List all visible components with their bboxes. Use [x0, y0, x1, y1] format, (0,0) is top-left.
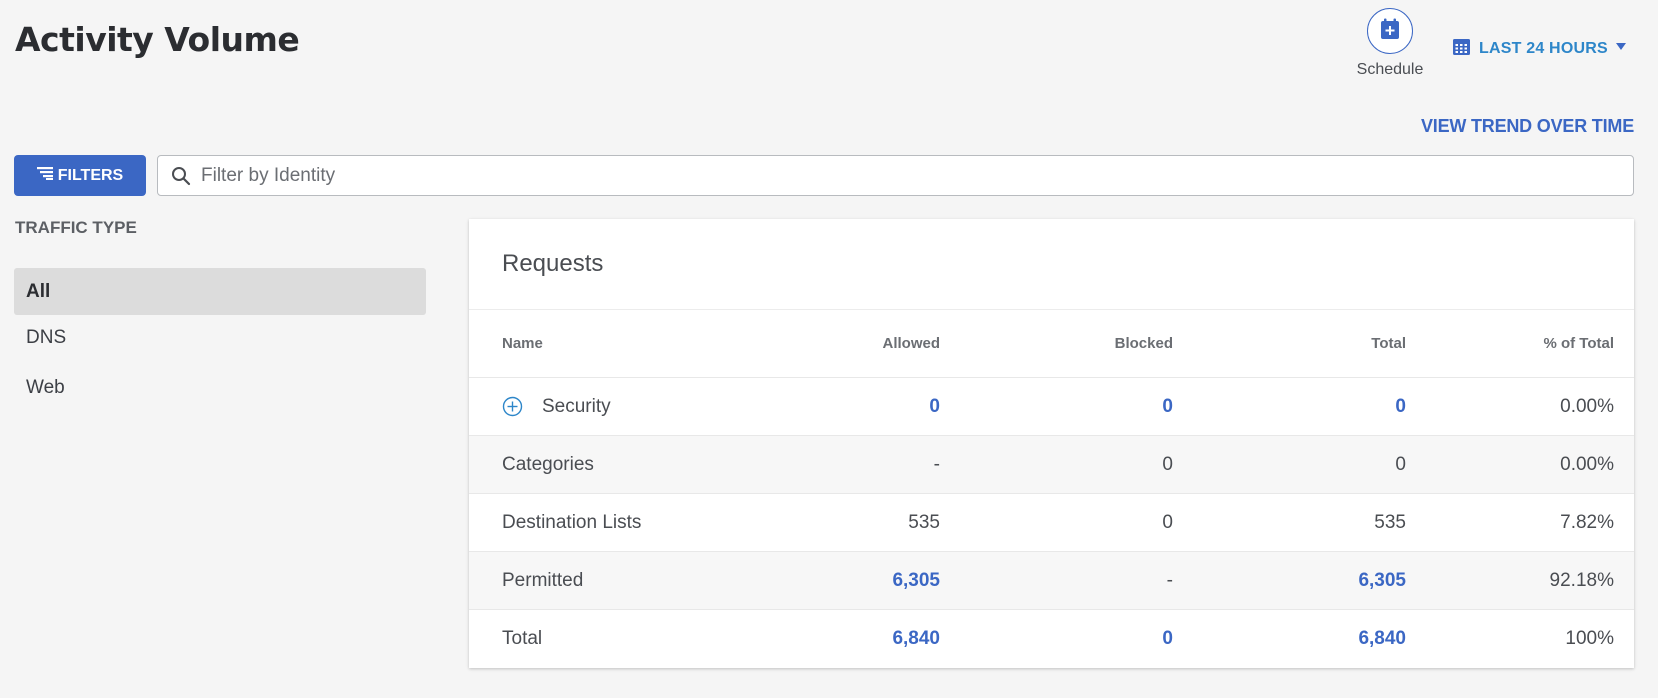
time-range-label: LAST 24 HOURS	[1479, 40, 1608, 57]
blocked-value: 0	[1162, 453, 1173, 475]
search-icon	[171, 166, 191, 186]
table-row: Security 0 0 0 0.00%	[469, 378, 1634, 436]
table-row: Destination Lists 535 0 535 7.82%	[469, 494, 1634, 552]
column-header-name: Name	[502, 335, 543, 352]
requests-table: Name Allowed Blocked Total % of Total Se…	[469, 310, 1634, 668]
pct-value: 0.00%	[1560, 395, 1614, 417]
requests-card: Requests Name Allowed Blocked Total % of…	[469, 219, 1634, 668]
total-value-link[interactable]: 6,305	[1358, 552, 1406, 609]
blocked-value-link[interactable]: 0	[1162, 378, 1173, 435]
row-name: Permitted	[502, 569, 584, 591]
pct-value: 100%	[1565, 628, 1614, 649]
total-value-link[interactable]: 0	[1395, 378, 1406, 435]
search-input[interactable]	[201, 164, 1601, 187]
allowed-value-link[interactable]: 6,305	[892, 552, 940, 609]
row-name: Total	[502, 628, 543, 649]
blocked-value: -	[1166, 569, 1173, 591]
schedule-label: Schedule	[1356, 61, 1424, 78]
page: Activity Volume Schedule LAST 24 HOURS V…	[0, 0, 1658, 698]
pct-value: 92.18%	[1549, 569, 1614, 591]
table-header-row: Name Allowed Blocked Total % of Total	[469, 310, 1634, 378]
column-header-allowed: Allowed	[882, 335, 940, 352]
row-name: Categories	[502, 453, 594, 475]
search-box[interactable]	[157, 155, 1634, 196]
row-name: Destination Lists	[502, 511, 642, 533]
filter-icon	[36, 166, 53, 185]
calendar-add-icon	[1380, 18, 1400, 45]
traffic-item-all[interactable]: All	[14, 268, 426, 315]
row-name-cell: Security	[502, 378, 611, 435]
allowed-value-link[interactable]: 0	[929, 378, 940, 435]
traffic-item-web[interactable]: Web	[14, 364, 426, 411]
allowed-value: -	[933, 453, 940, 475]
table-row: Categories - 0 0 0.00%	[469, 436, 1634, 494]
schedule-button[interactable]: Schedule	[1340, 8, 1440, 79]
column-header-pct: % of Total	[1543, 335, 1614, 352]
blocked-value-link[interactable]: 0	[1162, 610, 1173, 668]
total-value: 0	[1395, 453, 1406, 475]
chevron-down-icon	[1615, 38, 1627, 56]
requests-title: Requests	[502, 250, 604, 277]
traffic-type-heading: TRAFFIC TYPE	[15, 218, 137, 237]
pct-value: 0.00%	[1560, 453, 1614, 475]
pct-value: 7.82%	[1560, 511, 1614, 533]
column-header-total: Total	[1371, 335, 1406, 352]
total-value: 535	[1374, 511, 1406, 533]
total-value-link[interactable]: 6,840	[1358, 610, 1406, 668]
page-title: Activity Volume	[15, 20, 300, 59]
allowed-value-link[interactable]: 6,840	[892, 610, 940, 668]
filters-button[interactable]: FILTERS	[14, 155, 146, 196]
table-row: Permitted 6,305 - 6,305 92.18%	[469, 552, 1634, 610]
view-trend-link[interactable]: VIEW TREND OVER TIME	[1421, 116, 1634, 137]
table-row-total: Total 6,840 0 6,840 100%	[469, 610, 1634, 668]
row-name: Security	[542, 395, 611, 417]
allowed-value: 535	[908, 511, 940, 533]
filters-label: FILTERS	[57, 166, 124, 184]
traffic-item-dns[interactable]: DNS	[14, 314, 426, 361]
blocked-value: 0	[1162, 511, 1173, 533]
schedule-circle[interactable]	[1367, 8, 1413, 54]
column-header-blocked: Blocked	[1114, 335, 1173, 352]
time-range-dropdown[interactable]: LAST 24 HOURS	[1453, 38, 1627, 60]
expand-plus-icon[interactable]	[502, 396, 523, 417]
calendar-icon	[1453, 38, 1470, 60]
